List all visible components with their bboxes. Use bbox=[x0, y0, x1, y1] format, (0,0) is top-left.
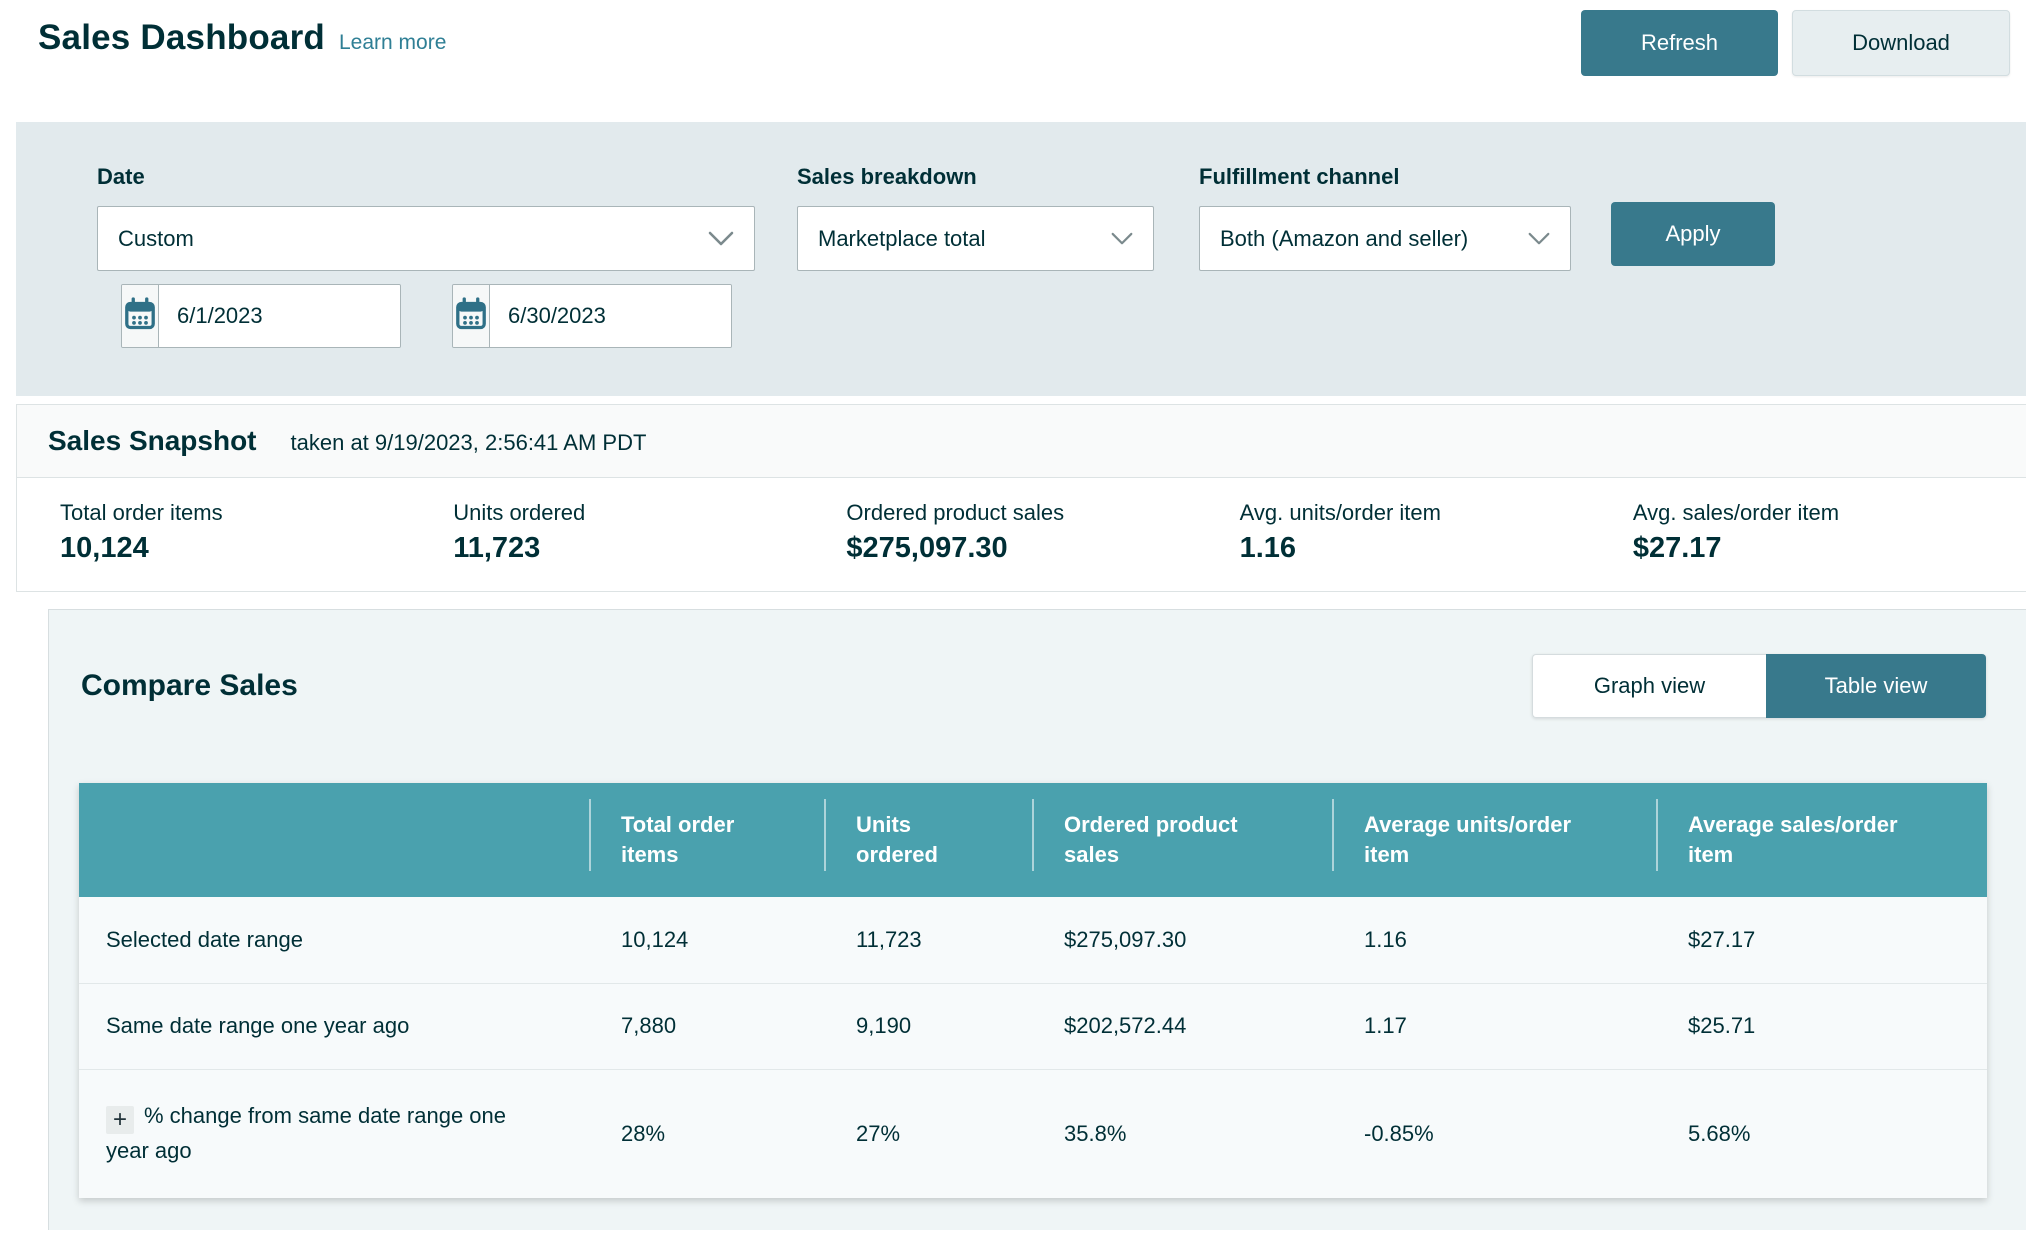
table-cell: $202,572.44 bbox=[1032, 982, 1332, 1069]
sales-snapshot-panel: Sales Snapshot taken at 9/19/2023, 2:56:… bbox=[16, 404, 2026, 592]
start-date-input[interactable] bbox=[159, 285, 400, 347]
column-header: Average units/order item bbox=[1332, 783, 1656, 897]
row-label: Same date range one year ago bbox=[79, 982, 589, 1069]
table-cell: 28% bbox=[589, 1068, 824, 1198]
calendar-icon bbox=[453, 296, 489, 337]
row-label: +% change from same date range one year … bbox=[79, 1068, 589, 1198]
stat-label: Avg. units/order item bbox=[1239, 500, 1441, 525]
end-date-input[interactable] bbox=[490, 285, 731, 347]
sales-snapshot-header: Sales Snapshot taken at 9/19/2023, 2:56:… bbox=[17, 405, 2026, 478]
column-header bbox=[79, 783, 589, 897]
compare-sales-top: Compare Sales Graph view Table view bbox=[49, 610, 2026, 718]
date-range-select-value: Custom bbox=[118, 225, 194, 251]
sales-snapshot-title: Sales Snapshot bbox=[48, 425, 257, 456]
table-cell: -0.85% bbox=[1332, 1068, 1656, 1198]
date-filter-label: Date bbox=[97, 164, 145, 189]
snapshot-stat: Units ordered 11,723 bbox=[453, 500, 846, 565]
stat-label: Ordered product sales bbox=[846, 500, 1065, 525]
table-cell: 7,880 bbox=[589, 982, 824, 1069]
chevron-down-icon bbox=[1111, 232, 1133, 246]
table-cell: 27% bbox=[824, 1068, 1032, 1198]
stat-value: 10,124 bbox=[60, 532, 149, 564]
stat-label: Avg. sales/order item bbox=[1632, 500, 1840, 525]
compare-sales-title: Compare Sales bbox=[81, 669, 298, 702]
sales-breakdown-select[interactable]: Marketplace total bbox=[797, 206, 1154, 271]
column-header-label: Average units/order item bbox=[1364, 812, 1572, 867]
learn-more-link[interactable]: Learn more bbox=[339, 31, 446, 55]
stat-value: $27.17 bbox=[1632, 532, 1722, 564]
sales-snapshot-timestamp: taken at 9/19/2023, 2:56:41 AM PDT bbox=[290, 430, 647, 455]
column-header: Average sales/order item bbox=[1656, 783, 1987, 897]
column-header-label: Ordered product sales bbox=[1064, 812, 1238, 867]
date-filter-group: Date Custom bbox=[97, 164, 755, 348]
column-header-label: Units ordered bbox=[856, 812, 938, 867]
apply-button[interactable]: Apply bbox=[1611, 202, 1775, 266]
end-date-input-group bbox=[452, 284, 732, 348]
table-view-button[interactable]: Table view bbox=[1766, 654, 1986, 718]
snapshot-stat: Total order items 10,124 bbox=[60, 500, 453, 565]
table-row: +% change from same date range one year … bbox=[79, 1068, 1987, 1198]
compare-table: Total order items Units ordered Ordered pr… bbox=[79, 783, 1987, 1198]
snapshot-stat: Ordered product sales $275,097.30 bbox=[846, 500, 1239, 565]
compare-table-wrap: Total order items Units ordered Ordered pr… bbox=[79, 783, 1987, 1198]
table-cell: $25.71 bbox=[1656, 982, 1987, 1069]
expand-row-button[interactable]: + bbox=[106, 1106, 134, 1135]
column-header: Ordered product sales bbox=[1032, 783, 1332, 897]
table-cell: 11,723 bbox=[824, 897, 1032, 983]
stat-label: Units ordered bbox=[453, 500, 586, 525]
sales-breakdown-label: Sales breakdown bbox=[797, 164, 977, 189]
column-header-label: Average sales/order item bbox=[1688, 812, 1898, 867]
calendar-icon bbox=[122, 296, 158, 337]
column-header: Units ordered bbox=[824, 783, 1032, 897]
compare-table-body: Selected date range 10,124 11,723 $275,097.… bbox=[79, 897, 1987, 1198]
sales-breakdown-group: Sales breakdown Marketplace total bbox=[755, 164, 1154, 271]
snapshot-stats: Total order items 10,124 Units ordered 11,7… bbox=[17, 478, 2026, 591]
snapshot-stat: Avg. units/order item 1.16 bbox=[1240, 500, 1633, 565]
start-date-calendar-button[interactable] bbox=[122, 285, 159, 347]
view-toggle: Graph view Table view bbox=[1532, 654, 1986, 718]
date-range-select[interactable]: Custom bbox=[97, 206, 755, 271]
graph-view-button[interactable]: Graph view bbox=[1532, 654, 1766, 718]
download-button[interactable]: Download bbox=[1792, 10, 2010, 76]
fulfillment-channel-select[interactable]: Both (Amazon and seller) bbox=[1199, 206, 1571, 271]
column-header-label: Total order items bbox=[621, 812, 735, 867]
table-cell: $27.17 bbox=[1656, 897, 1987, 983]
snapshot-stat: Avg. sales/order item $27.17 bbox=[1633, 500, 2026, 565]
table-cell: 10,124 bbox=[589, 897, 824, 983]
page-title: Sales Dashboard bbox=[38, 18, 325, 57]
date-inputs bbox=[121, 284, 755, 348]
chevron-down-icon bbox=[708, 231, 734, 247]
fulfillment-channel-group: Fulfillment channel Both (Amazon and sel… bbox=[1154, 164, 1571, 271]
stat-value: 1.16 bbox=[1239, 532, 1297, 564]
row-label-text: +% change from same date range one year … bbox=[106, 1103, 507, 1164]
stat-label: Total order items bbox=[60, 500, 223, 525]
table-cell: 35.8% bbox=[1032, 1068, 1332, 1198]
header-actions: Refresh Download bbox=[1581, 10, 2010, 76]
table-row: Selected date range 10,124 11,723 $275,097.… bbox=[79, 897, 1987, 983]
fulfillment-channel-select-value: Both (Amazon and seller) bbox=[1220, 225, 1469, 251]
refresh-button[interactable]: Refresh bbox=[1581, 10, 1778, 76]
row-label-text: Same date range one year ago bbox=[106, 1012, 410, 1038]
table-cell: 9,190 bbox=[824, 982, 1032, 1069]
table-cell: 1.17 bbox=[1332, 982, 1656, 1069]
table-row: Same date range one year ago 7,880 9,190 $2… bbox=[79, 982, 1987, 1069]
filter-bar: Date Custom 6/1/2023 6/30/2023 Sales bre… bbox=[16, 122, 2026, 396]
fulfillment-channel-label: Fulfillment channel bbox=[1199, 164, 1400, 189]
stat-value: $275,097.30 bbox=[846, 532, 1008, 564]
row-label: Selected date range bbox=[79, 897, 589, 983]
column-header: Total order items bbox=[589, 783, 824, 897]
row-label-text: Selected date range bbox=[106, 926, 303, 952]
sales-breakdown-select-value: Marketplace total bbox=[818, 225, 986, 251]
stat-value: 11,723 bbox=[453, 532, 541, 564]
title-wrap: Sales Dashboard Learn more bbox=[38, 10, 446, 58]
compare-sales-panel: Compare Sales Graph view Table view Tota… bbox=[48, 609, 2026, 1230]
table-cell: 5.68% bbox=[1656, 1068, 1987, 1198]
table-cell: $275,097.30 bbox=[1032, 897, 1332, 983]
compare-table-header-row: Total order items Units ordered Ordered pr… bbox=[79, 783, 1987, 897]
chevron-down-icon bbox=[1528, 232, 1550, 246]
end-date-calendar-button[interactable] bbox=[453, 285, 490, 347]
start-date-input-group bbox=[121, 284, 401, 348]
top-header: Sales Dashboard Learn more Refresh Downl… bbox=[0, 0, 2026, 76]
table-cell: 1.16 bbox=[1332, 897, 1656, 983]
